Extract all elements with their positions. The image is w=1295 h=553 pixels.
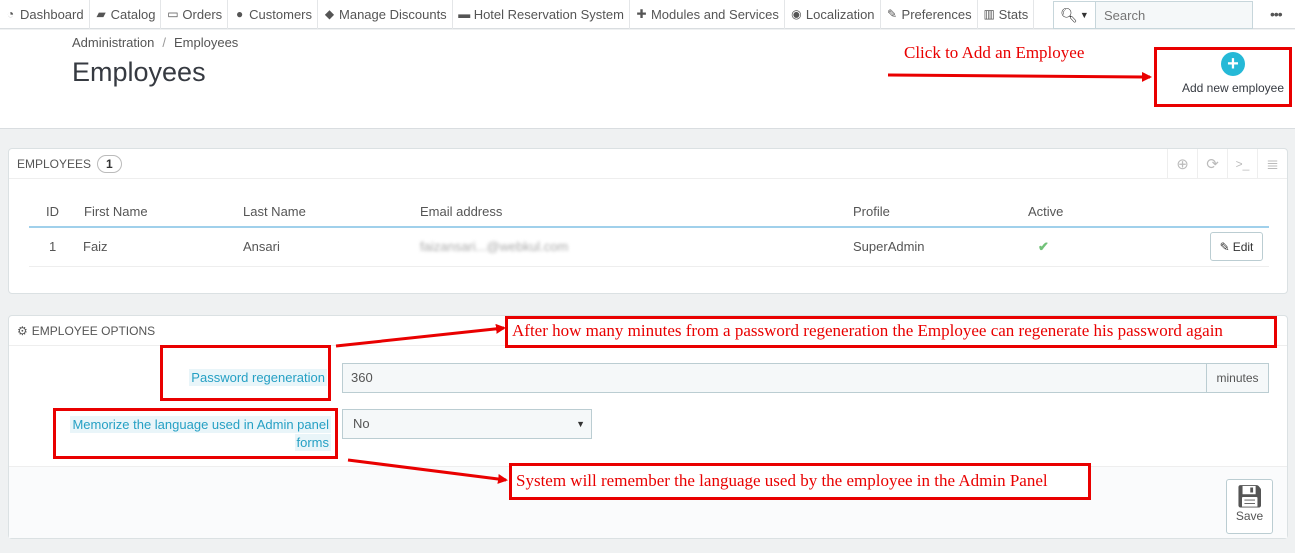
nav-item-localization[interactable]: ◉ Localization bbox=[785, 0, 881, 29]
nav-label: Stats bbox=[998, 6, 1029, 22]
nav-label: Orders bbox=[182, 6, 223, 22]
terminal-icon[interactable]: >_ bbox=[1227, 149, 1257, 179]
search-icon: 🔍︎ bbox=[1060, 6, 1078, 23]
nav-label: Localization bbox=[805, 6, 875, 22]
nav-label: Customers bbox=[249, 6, 313, 22]
password-regeneration-input[interactable]: 360 bbox=[343, 364, 1206, 392]
highlight-password-regeneration bbox=[160, 345, 331, 401]
nav-label: Manage Discounts bbox=[339, 6, 447, 22]
column-header-id[interactable]: ID bbox=[29, 197, 63, 228]
page-title: Employees bbox=[72, 57, 206, 87]
database-icon[interactable]: ≣ bbox=[1257, 149, 1287, 179]
employees-panel: EMPLOYEES 1 ⊕ ⟳ >_ ≣ ID First Name Last … bbox=[8, 148, 1288, 294]
puzzle-icon: ✚ bbox=[636, 7, 647, 21]
column-header-profile[interactable]: Profile bbox=[853, 197, 1028, 228]
nav-item-customers[interactable]: ● Customers bbox=[228, 0, 319, 29]
globe-icon: ◉ bbox=[791, 7, 802, 21]
minutes-addon: minutes bbox=[1206, 364, 1268, 392]
password-regeneration-input-group: 360 minutes bbox=[342, 363, 1269, 393]
employee-count-badge: 1 bbox=[97, 154, 122, 173]
bed-icon: ▬ bbox=[458, 7, 471, 21]
caret-down-icon: ▼ bbox=[1079, 10, 1089, 20]
credit-card-icon: ▭ bbox=[167, 7, 179, 21]
book-icon: ▰ bbox=[96, 7, 106, 21]
cell-active: ✔ bbox=[1028, 227, 1189, 267]
nav-label: Dashboard bbox=[20, 6, 84, 22]
dashboard-icon: ◔ bbox=[6, 7, 15, 21]
search-input[interactable] bbox=[1095, 1, 1253, 29]
email-value: faizansari...@webkul.com bbox=[420, 239, 569, 255]
nav-item-modules[interactable]: ✚ Modules and Services bbox=[630, 0, 785, 29]
cell-id: 1 bbox=[29, 227, 63, 267]
options-panel-title: EMPLOYEE OPTIONS bbox=[31, 323, 156, 338]
cell-email: faizansari...@webkul.com bbox=[420, 227, 853, 267]
page-header: Administration / Employees Employees + Add… bbox=[0, 30, 1295, 129]
annotation-add-employee: Click to Add an Employee bbox=[904, 43, 1085, 62]
save-button[interactable]: 💾︎ Save bbox=[1226, 479, 1273, 534]
edit-button[interactable]: ✎ Edit bbox=[1210, 232, 1263, 262]
check-icon[interactable]: ✔ bbox=[1038, 239, 1049, 254]
column-header-actions bbox=[1189, 197, 1269, 228]
breadcrumb-administration[interactable]: Administration bbox=[72, 35, 154, 50]
nav-label: Catalog bbox=[110, 6, 156, 22]
annotation-password-note: After how many minutes from a password r… bbox=[505, 316, 1277, 348]
table-row[interactable]: 1 Faiz Ansari faizansari...@webkul.com S… bbox=[29, 227, 1269, 267]
column-header-first-name[interactable]: First Name bbox=[63, 197, 243, 228]
nav-label: Preferences bbox=[901, 6, 972, 22]
cogs-icon: ⚙ bbox=[17, 323, 28, 338]
nav-item-orders[interactable]: ▭ Orders bbox=[161, 0, 229, 29]
breadcrumb-separator: / bbox=[162, 35, 166, 50]
cell-actions: ✎ Edit bbox=[1189, 227, 1269, 267]
wrench-icon: ✎ bbox=[887, 7, 898, 21]
annotation-language-note: System will remember the language used b… bbox=[509, 463, 1091, 500]
edit-label: Edit bbox=[1232, 239, 1254, 254]
panel-toolbar: ⊕ ⟳ >_ ≣ bbox=[1167, 149, 1287, 179]
add-icon[interactable]: ⊕ bbox=[1167, 149, 1197, 179]
memorize-language-value: No bbox=[353, 416, 370, 431]
caret-down-icon: ▼ bbox=[576, 419, 585, 429]
nav-label: Hotel Reservation System bbox=[473, 6, 624, 22]
refresh-icon[interactable]: ⟳ bbox=[1197, 149, 1227, 179]
employees-table: ID First Name Last Name Email address Pr… bbox=[29, 197, 1269, 267]
cell-first-name: Faiz bbox=[63, 227, 243, 267]
bar-chart-icon: ▥ bbox=[983, 7, 995, 21]
table-header-row: ID First Name Last Name Email address Pr… bbox=[29, 197, 1269, 228]
column-header-last-name[interactable]: Last Name bbox=[243, 197, 420, 228]
nav-item-stats[interactable]: ▥ Stats bbox=[978, 0, 1035, 29]
search-dropdown-button[interactable]: 🔍︎ ▼ bbox=[1053, 1, 1095, 29]
cell-profile: SuperAdmin bbox=[853, 227, 1028, 267]
users-icon: ● bbox=[236, 7, 244, 21]
column-header-email[interactable]: Email address bbox=[420, 197, 853, 228]
save-icon: 💾︎ bbox=[1235, 484, 1264, 509]
breadcrumb: Administration / Employees bbox=[72, 35, 238, 50]
nav-label: Modules and Services bbox=[650, 6, 779, 22]
nav-item-hotel-reservation[interactable]: ▬ Hotel Reservation System bbox=[453, 0, 630, 29]
highlight-add-employee bbox=[1154, 47, 1292, 107]
memorize-language-select[interactable]: No ▼ bbox=[342, 409, 592, 439]
nav-item-catalog[interactable]: ▰ Catalog bbox=[90, 0, 162, 29]
cell-last-name: Ansari bbox=[243, 227, 420, 267]
column-header-active[interactable]: Active bbox=[1028, 197, 1189, 228]
tags-icon: ◆ bbox=[324, 7, 335, 21]
nav-item-manage-discounts[interactable]: ◆ Manage Discounts bbox=[318, 0, 453, 29]
nav-item-preferences[interactable]: ✎ Preferences bbox=[881, 0, 978, 29]
breadcrumb-employees: Employees bbox=[174, 35, 239, 50]
employees-panel-title: EMPLOYEES bbox=[17, 156, 92, 171]
pencil-icon: ✎ bbox=[1219, 239, 1230, 254]
more-menu-icon[interactable]: ••• bbox=[1270, 6, 1283, 22]
save-label: Save bbox=[1235, 509, 1264, 523]
highlight-memorize-language bbox=[53, 408, 338, 459]
employees-panel-heading: EMPLOYEES 1 bbox=[9, 149, 1287, 179]
nav-item-dashboard[interactable]: ◔ Dashboard bbox=[0, 0, 90, 29]
